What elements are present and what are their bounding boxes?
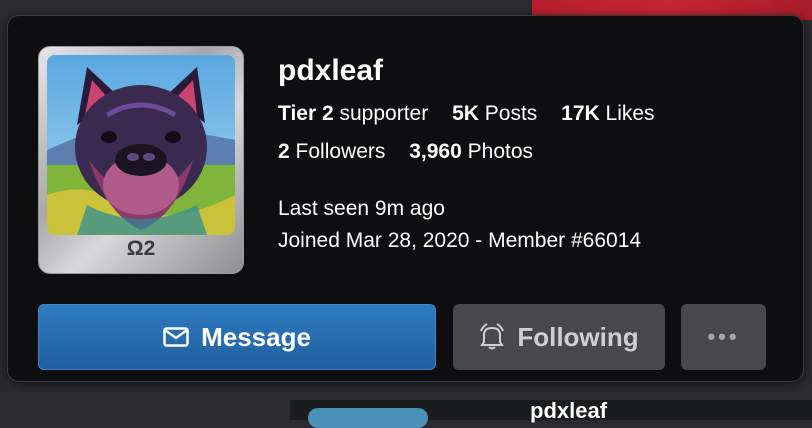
avatar[interactable]: Ω2: [38, 46, 244, 274]
envelope-icon: [163, 327, 189, 347]
dog-portrait-image: [47, 55, 235, 235]
stats-row-2: 2 Followers 3,960 Photos: [278, 140, 533, 164]
following-button-label: Following: [517, 321, 639, 352]
posts-label: Posts: [484, 102, 538, 125]
avatar-badge: Ω2: [126, 237, 156, 260]
likes-label: Likes: [605, 102, 655, 125]
username[interactable]: pdxleaf: [278, 54, 383, 88]
photos-count: 3,960: [409, 140, 462, 163]
likes-count: 17K: [561, 102, 600, 125]
avatar-photo: [47, 55, 235, 235]
following-button[interactable]: Following: [453, 304, 665, 370]
profile-hover-card: Ω2 pdxleaf Tier 2 supporter 5K Posts 17K…: [7, 15, 804, 382]
tier-label: Tier 2: [278, 102, 334, 125]
photos-label: Photos: [467, 140, 534, 163]
background-avatar-peek: [308, 408, 428, 428]
followers-label: Followers: [295, 140, 386, 163]
ellipsis-icon: •••: [707, 324, 740, 349]
joined-text: Joined Mar 28, 2020 - Member #66014: [278, 229, 642, 252]
more-options-button[interactable]: •••: [681, 304, 766, 370]
bell-icon: [479, 323, 505, 351]
background-profile-peek: pdxleaf: [290, 398, 812, 428]
posts-count: 5K: [452, 102, 479, 125]
message-button-label: Message: [201, 321, 311, 352]
message-button[interactable]: Message: [38, 304, 436, 370]
stats-row-1: Tier 2 supporter 5K Posts 17K Likes: [278, 102, 655, 126]
last-seen-text: Last seen 9m ago: [278, 197, 445, 220]
followers-count: 2: [278, 140, 290, 163]
tier-suffix: supporter: [339, 102, 429, 125]
background-username-peek: pdxleaf: [530, 398, 608, 423]
